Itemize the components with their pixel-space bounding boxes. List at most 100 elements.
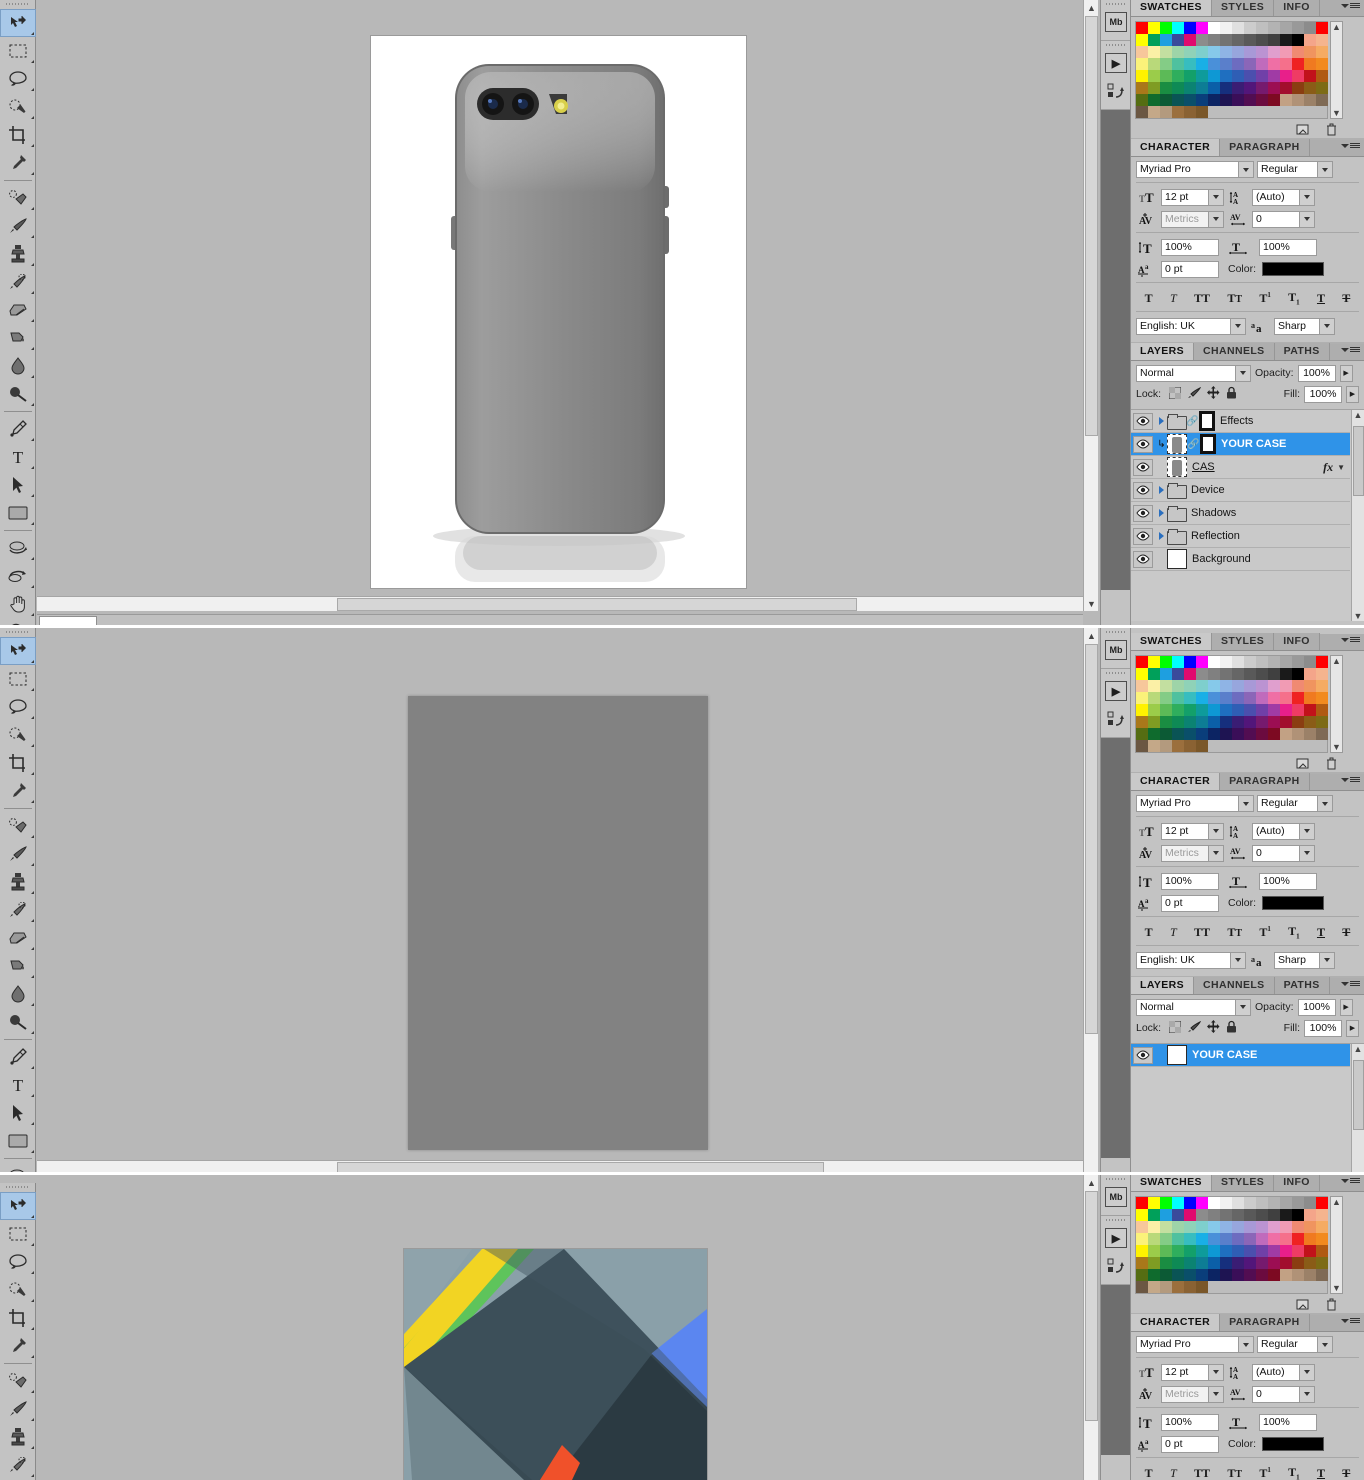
vscroll-thumb[interactable]	[1085, 644, 1098, 1034]
swatch-grid-wrap[interactable]: ▲ ▼	[1131, 1192, 1364, 1296]
swatch-105[interactable]	[1244, 728, 1256, 740]
tab-paragraph[interactable]: PARAGRAPH	[1220, 139, 1310, 156]
tab-channels[interactable]: CHANNELS	[1194, 343, 1275, 360]
swatches-panel[interactable]: SWATCHES STYLES INFO ▲ ▼	[1131, 0, 1364, 138]
swatch-34[interactable]	[1160, 1221, 1172, 1233]
swatch-77[interactable]	[1292, 70, 1304, 82]
swatch-83[interactable]	[1172, 82, 1184, 94]
layer-name[interactable]: Shadows	[1191, 507, 1236, 519]
layer-row[interactable]: ↳ 🔗 YOUR CASE	[1131, 433, 1350, 456]
layer-thumbnail[interactable]	[1167, 1045, 1187, 1065]
swatch-111[interactable]	[1316, 728, 1328, 740]
swatch-74[interactable]	[1256, 70, 1268, 82]
opacity-value[interactable]: 100%	[1297, 364, 1336, 382]
swatch-33[interactable]	[1148, 1221, 1160, 1233]
swatch-116[interactable]	[1184, 106, 1196, 118]
swatches-tabs[interactable]: SWATCHES STYLES INFO	[1131, 0, 1364, 17]
layer-row[interactable]: Reflection	[1131, 525, 1350, 548]
rail-grip[interactable]	[1101, 669, 1130, 677]
swatch-85[interactable]	[1196, 82, 1208, 94]
swatch-47[interactable]	[1316, 680, 1328, 692]
swatch-110[interactable]	[1304, 1269, 1316, 1281]
swatch-69[interactable]	[1196, 704, 1208, 716]
layer-visibility-toggle[interactable]	[1133, 1046, 1153, 1064]
faux-italic-button[interactable]: T	[1170, 925, 1177, 940]
effects-expand-icon[interactable]: ▼	[1337, 463, 1350, 472]
swatch-50[interactable]	[1160, 1233, 1172, 1245]
swatch-grid[interactable]	[1135, 655, 1328, 753]
delete-swatch-button[interactable]	[1325, 123, 1338, 136]
rail-grip[interactable]	[1101, 1175, 1130, 1183]
swatch-grid-wrap[interactable]: ▲ ▼	[1131, 651, 1364, 755]
faux-bold-button[interactable]: T	[1145, 925, 1153, 940]
font-size-field[interactable]: 12 pt	[1161, 1363, 1224, 1381]
swatch-77[interactable]	[1292, 1245, 1304, 1257]
swatch-117[interactable]	[1196, 106, 1208, 118]
font-style-select[interactable]: Regular	[1257, 161, 1333, 178]
swatch-71[interactable]	[1220, 704, 1232, 716]
collapsed-panel-rail-3[interactable]: Mb ▶	[1100, 1175, 1130, 1480]
swatch-88[interactable]	[1232, 82, 1244, 94]
swatch-101[interactable]	[1196, 94, 1208, 106]
rectangle-tool[interactable]	[0, 499, 36, 527]
swatch-51[interactable]	[1172, 1233, 1184, 1245]
scroll-down-arrow[interactable]: ▼	[1084, 596, 1099, 611]
layer-name[interactable]: YOUR CASE	[1221, 438, 1286, 450]
swatch-63[interactable]	[1316, 58, 1328, 70]
gradient-tool[interactable]	[0, 324, 36, 352]
tab-info[interactable]: INFO	[1274, 0, 1320, 16]
rail-group-timeline[interactable]: ▶	[1101, 1216, 1130, 1285]
swatch-35[interactable]	[1172, 46, 1184, 58]
swatch-0[interactable]	[1136, 22, 1148, 34]
swatch-91[interactable]	[1268, 1257, 1280, 1269]
faux-bold-button[interactable]: T	[1145, 1466, 1153, 1480]
faux-italic-button[interactable]: T	[1170, 1466, 1177, 1480]
swatch-70[interactable]	[1208, 70, 1220, 82]
eraser-tool[interactable]	[0, 924, 36, 952]
swatch-22[interactable]	[1208, 34, 1220, 46]
font-style-select[interactable]: Regular	[1257, 1336, 1333, 1353]
swatch-57[interactable]	[1244, 58, 1256, 70]
expand-triangle-icon[interactable]	[1156, 417, 1167, 425]
layer-row[interactable]: 🔗 Effects	[1131, 410, 1350, 433]
all-caps-button[interactable]: TT	[1194, 1466, 1210, 1480]
swatch-31[interactable]	[1316, 1209, 1328, 1221]
swatch-65[interactable]	[1148, 70, 1160, 82]
vertical-scale-field[interactable]: 100%	[1161, 872, 1219, 890]
canvas-3[interactable]	[37, 1175, 1083, 1480]
swatch-23[interactable]	[1220, 1209, 1232, 1221]
all-caps-button[interactable]: TT	[1194, 291, 1210, 306]
swatch-96[interactable]	[1136, 94, 1148, 106]
swatch-114[interactable]	[1160, 740, 1172, 752]
dodge-tool[interactable]	[0, 380, 36, 408]
swatch-82[interactable]	[1160, 1257, 1172, 1269]
swatch-41[interactable]	[1244, 1221, 1256, 1233]
swatch-68[interactable]	[1184, 704, 1196, 716]
scroll-up-arrow[interactable]: ▲	[1084, 0, 1099, 15]
swatch-29[interactable]	[1292, 1209, 1304, 1221]
panel-menu-icon[interactable]	[1341, 347, 1360, 352]
pen-tool[interactable]	[0, 415, 36, 443]
scroll-up-arrow[interactable]: ▲	[1332, 656, 1341, 666]
opacity-slider-button[interactable]: ▶	[1339, 998, 1353, 1016]
swatch-85[interactable]	[1196, 716, 1208, 728]
tools-panel-grip[interactable]	[0, 0, 35, 9]
swatch-115[interactable]	[1172, 106, 1184, 118]
swatch-30[interactable]	[1304, 34, 1316, 46]
swatch-14[interactable]	[1304, 22, 1316, 34]
canvas-1-hscrollbar[interactable]	[37, 596, 1083, 611]
swatch-9[interactable]	[1244, 656, 1256, 668]
swatch-6[interactable]	[1208, 656, 1220, 668]
swatch-24[interactable]	[1232, 34, 1244, 46]
clone-stamp-tool[interactable]	[0, 868, 36, 896]
swatches-footer[interactable]	[1131, 755, 1364, 772]
underline-button[interactable]: T	[1317, 1466, 1325, 1480]
swatch-24[interactable]	[1232, 1209, 1244, 1221]
tab-layers[interactable]: LAYERS	[1131, 977, 1195, 994]
swatch-4[interactable]	[1184, 22, 1196, 34]
baseline-shift-field[interactable]: 0 pt	[1161, 260, 1219, 278]
clone-stamp-tool[interactable]	[0, 1423, 36, 1451]
layer-name[interactable]: Background	[1192, 553, 1251, 565]
swatch-46[interactable]	[1304, 46, 1316, 58]
swatch-96[interactable]	[1136, 728, 1148, 740]
